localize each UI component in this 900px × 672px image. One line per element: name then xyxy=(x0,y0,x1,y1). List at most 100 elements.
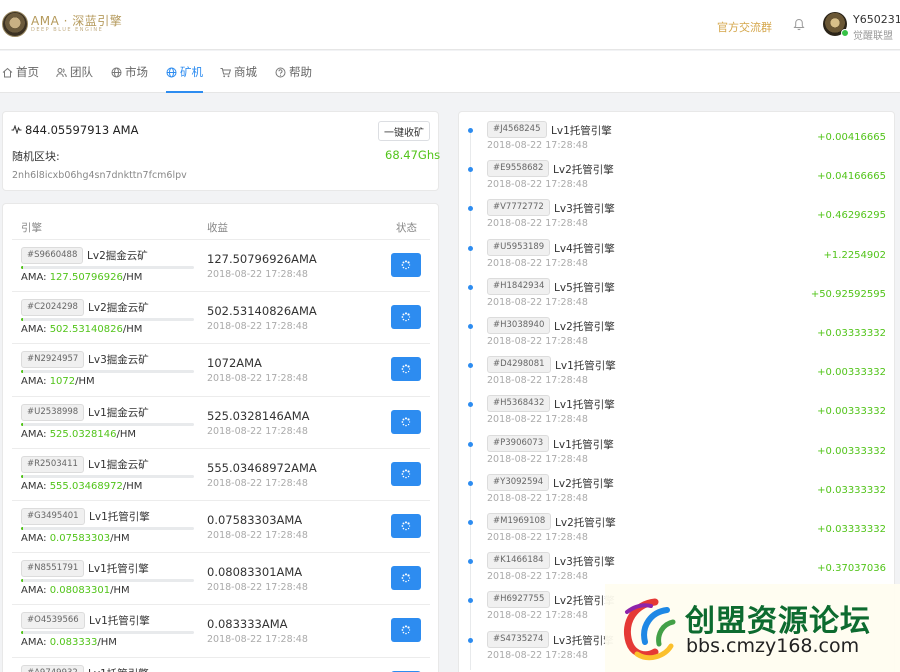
machine-progress-fill xyxy=(21,318,23,322)
col-header-status: 状态 xyxy=(396,222,417,234)
spinner-icon xyxy=(401,260,411,270)
rate-value: 555.03468972 xyxy=(49,480,123,492)
machine-progress-fill xyxy=(21,266,23,269)
log-amount: +0.46296295 xyxy=(817,210,886,222)
log-machine-name: Lv4托管引擎 xyxy=(554,242,615,255)
machine-status-button[interactable] xyxy=(391,305,421,330)
collect-all-button[interactable]: 一键收矿 xyxy=(378,121,430,141)
machine-id-tag: #S9660488 xyxy=(21,247,84,264)
cart-icon xyxy=(220,67,231,77)
logo-badge-icon xyxy=(2,11,28,37)
spinner-icon xyxy=(401,364,411,374)
rate-prefix: AMA: xyxy=(21,585,50,597)
log-time: 2018-08-22 17:28:48 xyxy=(487,257,588,269)
log-amount: +0.00333332 xyxy=(817,445,886,457)
machine-id-tag: #R2503411 xyxy=(21,455,84,473)
log-time: 2018-08-22 17:28:48 xyxy=(487,571,588,583)
machine-status-button[interactable] xyxy=(391,461,421,486)
timeline-dot xyxy=(468,637,473,643)
nav-team[interactable]: 团队 xyxy=(56,51,93,93)
top-bar: AMA · 深蓝引擎 DEEP BLUE ENGINE 官方交流群 Y65023… xyxy=(0,0,900,50)
machine-progress-fill xyxy=(21,631,23,635)
log-machine-name: Lv1托管引擎 xyxy=(551,125,612,137)
log-machine-name: Lv5托管引擎 xyxy=(554,281,615,294)
log-amount: +0.03333332 xyxy=(817,524,886,535)
timeline-dot xyxy=(468,324,473,329)
log-amount: +1.2254902 xyxy=(823,249,886,261)
machine-status-button[interactable] xyxy=(391,566,421,591)
machine-time: 2018-08-22 17:28:48 xyxy=(207,269,308,280)
machine-name: Lv1掘金云矿 xyxy=(88,458,149,471)
nav-home[interactable]: 首页 xyxy=(2,51,39,93)
rate-value: 0.083333 xyxy=(49,637,98,649)
log-amount: +0.37037036 xyxy=(817,563,886,575)
logo[interactable]: AMA · 深蓝引擎 DEEP BLUE ENGINE xyxy=(2,11,122,37)
nav-market-label: 市场 xyxy=(125,65,148,79)
log-id-tag: #E9558682 xyxy=(487,160,550,178)
machine-rate: AMA: 0.07583303/HM xyxy=(21,533,130,544)
timeline-dot xyxy=(468,245,473,251)
machine-earnings: 127.50796926AMA xyxy=(207,252,317,266)
log-id-tag: #V7772772 xyxy=(487,199,550,217)
machine-time: 2018-08-22 17:28:48 xyxy=(207,425,308,437)
machine-rate: AMA: 555.03468972/HM xyxy=(21,481,142,492)
log-id-tag: #H5368432 xyxy=(487,395,551,413)
machine-status-button[interactable] xyxy=(391,357,421,382)
nav-shop[interactable]: 商城 xyxy=(220,51,257,93)
col-header-earnings: 收益 xyxy=(207,222,228,234)
machine-status-button[interactable] xyxy=(391,409,421,434)
log-time: 2018-08-22 17:28:48 xyxy=(487,610,588,622)
spinner-icon xyxy=(401,469,411,479)
timeline-dot xyxy=(468,128,473,133)
nav-help[interactable]: 帮助 xyxy=(275,51,312,93)
log-id-tag: #Y3092594 xyxy=(487,473,550,491)
log-machine-name: Lv2托管引擎 xyxy=(553,164,614,177)
rate-value: 1072 xyxy=(49,376,76,388)
machine-earnings: 525.0328146AMA xyxy=(207,408,310,423)
nav-market[interactable]: 市场 xyxy=(111,51,148,93)
log-time: 2018-08-22 17:28:48 xyxy=(487,492,588,504)
row-divider xyxy=(12,291,430,293)
log-machine-name: Lv1托管引擎 xyxy=(554,399,615,412)
nav-miner[interactable]: 矿机 xyxy=(166,51,203,93)
nav-help-label: 帮助 xyxy=(289,65,312,79)
home-icon xyxy=(2,67,13,77)
machine-rate: AMA: 0.083333/HM xyxy=(21,637,117,648)
rate-value: 0.08083301 xyxy=(49,585,111,597)
machine-earnings: 0.08083301AMA xyxy=(207,565,303,580)
random-block-label: 随机区块: xyxy=(12,150,60,163)
user-id[interactable]: Y650231 xyxy=(853,13,900,26)
machine-time: 2018-08-22 17:28:48 xyxy=(207,373,308,385)
log-id-tag: #M1969108 xyxy=(487,513,552,530)
machine-progress-bar xyxy=(21,474,194,478)
machine-status-button[interactable] xyxy=(391,514,421,538)
machine-name: Lv1掘金云矿 xyxy=(88,406,149,419)
machine-id-tag: #U2538998 xyxy=(21,403,85,421)
row-divider xyxy=(12,656,430,658)
machine-progress-bar xyxy=(21,318,194,322)
machine-time: 2018-08-22 17:28:48 xyxy=(207,634,308,646)
rate-value: 127.50796926 xyxy=(49,272,123,283)
machine-status-button[interactable] xyxy=(391,618,421,643)
bell-icon[interactable] xyxy=(793,18,805,31)
spinner-icon xyxy=(401,521,411,531)
community-link[interactable]: 官方交流群 xyxy=(717,19,772,35)
machine-rate: AMA: 502.53140826/HM xyxy=(21,324,142,335)
nav-shop-label: 商城 xyxy=(234,65,257,79)
hashrate-value: 68.47Ghs xyxy=(385,148,441,162)
machine-name: Lv1托管引擎 xyxy=(89,511,150,523)
log-machine-name: Lv3托管引擎 xyxy=(554,556,615,569)
log-id-tag: #D4298081 xyxy=(487,356,551,374)
row-divider xyxy=(12,604,430,606)
log-machine-name: Lv2托管引擎 xyxy=(554,321,615,333)
rate-suffix: /HM xyxy=(116,428,137,440)
log-id-tag: #H6927755 xyxy=(487,591,551,609)
machine-status-button[interactable] xyxy=(391,253,421,277)
log-time: 2018-08-22 17:28:48 xyxy=(487,649,588,661)
logo-text: AMA · 深蓝引擎 xyxy=(31,14,123,28)
machine-id-tag: #N8551791 xyxy=(21,560,85,578)
machine-id-tag: #C2024298 xyxy=(21,299,84,317)
users-icon xyxy=(56,67,67,77)
spinner-icon xyxy=(401,573,411,583)
machine-name: Lv2掘金云矿 xyxy=(88,302,149,315)
